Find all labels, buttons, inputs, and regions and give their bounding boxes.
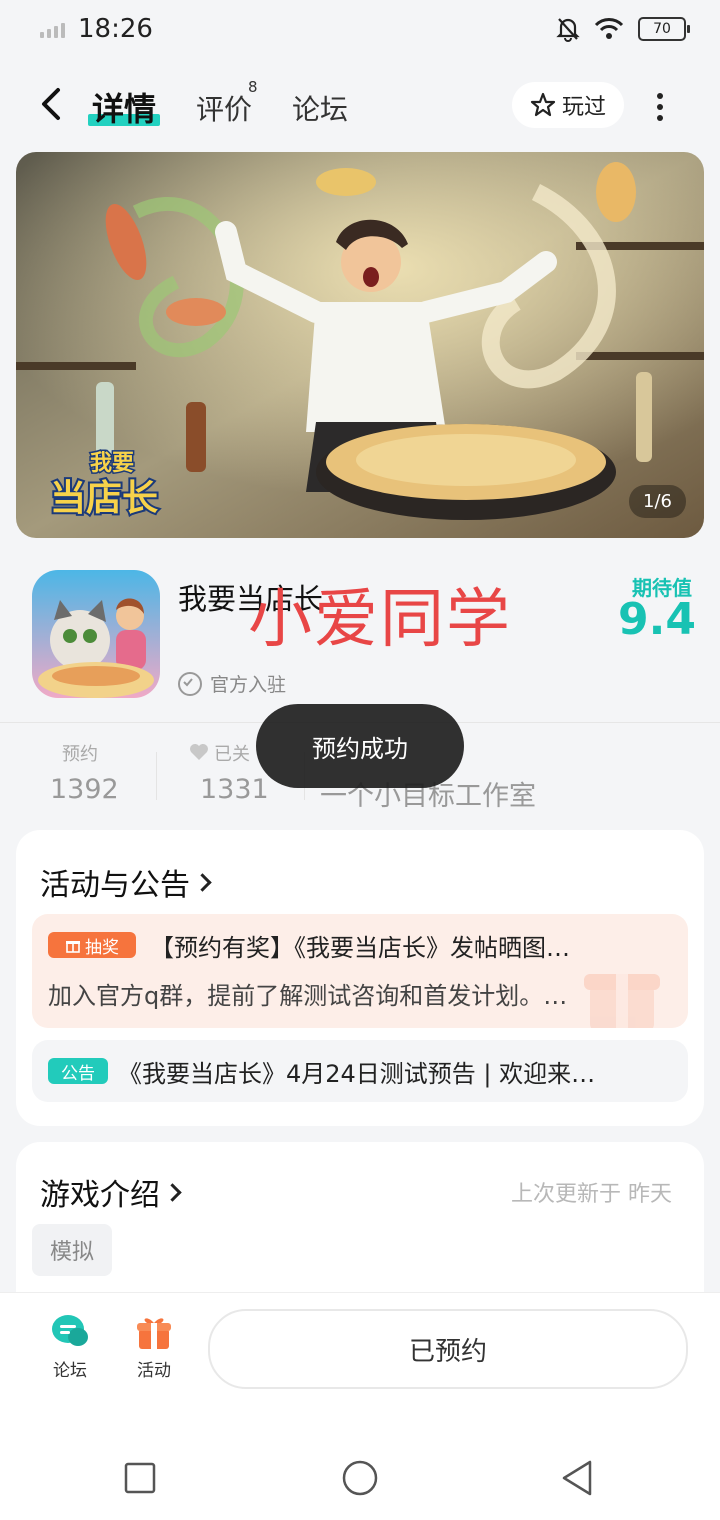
activity-button[interactable]: 活动 (124, 1313, 184, 1381)
battery-icon: 70 (638, 17, 690, 41)
carousel-counter: 1/6 (629, 485, 686, 518)
intro-header[interactable]: 游戏介绍 (40, 1170, 182, 1214)
svg-text:当店长: 当店长 (50, 478, 158, 519)
home-icon[interactable] (342, 1460, 378, 1496)
genre-tag[interactable]: 模拟 (32, 1224, 112, 1276)
check-circle-icon (178, 671, 202, 696)
lottery-activity-item[interactable]: 抽奖 【预约有奖】《我要当店长》发帖晒图… 加入官方q群，提前了解测试咨询和首发… (32, 914, 688, 1028)
update-time: 上次更新于 昨天 (511, 1182, 672, 1207)
status-bar: 18:26 70 (0, 0, 720, 60)
tab-reviews[interactable]: 评价 (196, 88, 252, 128)
activities-title: 活动与公告 (40, 868, 190, 903)
official-badge: 官方入驻 (178, 670, 286, 697)
toast-message: 预约成功 (256, 704, 464, 788)
mute-bell-icon (556, 18, 580, 42)
signal-icon (40, 22, 70, 38)
tab-forum[interactable]: 论坛 (292, 88, 348, 128)
lottery-badge-label: 抽奖 (85, 937, 119, 958)
game-logo: 我要 当店长 (46, 442, 196, 522)
system-nav-bar (0, 1402, 720, 1520)
lottery-badge: 抽奖 (48, 932, 136, 958)
star-outline-icon (530, 92, 556, 117)
followers-label: 已关 (214, 744, 250, 765)
forum-button[interactable]: 论坛 (40, 1313, 100, 1381)
played-label: 玩过 (561, 95, 606, 120)
top-nav: 详情 评价 8 论坛 玩过 (0, 70, 720, 140)
back-nav-icon[interactable] (560, 1460, 594, 1496)
watermark-text: 小爱同学 (248, 583, 512, 657)
chevron-right-icon (193, 873, 212, 892)
tab-details[interactable]: 详情 (92, 84, 156, 130)
chevron-right-icon (163, 1183, 182, 1202)
reservation-count: 1392 (50, 774, 119, 805)
expectation-score: 9.4 (618, 594, 696, 645)
chat-bubble-icon (52, 1315, 88, 1346)
wifi-icon (594, 18, 624, 39)
bottom-action-bar: 论坛 活动 已预约 (0, 1292, 720, 1403)
announcement-text: 《我要当店长》4月24日测试预告 | 欢迎来… (118, 1060, 596, 1088)
app-icon (32, 570, 160, 698)
gift-icon (66, 941, 80, 953)
review-count: 8 (248, 78, 258, 96)
lottery-title: 【预约有奖】《我要当店长》发帖晒图… (150, 934, 570, 962)
activities-header[interactable]: 活动与公告 (40, 860, 212, 904)
intro-title: 游戏介绍 (40, 1178, 160, 1213)
gift-decoration-icon (584, 974, 660, 1028)
announcement-item[interactable]: 公告 《我要当店长》4月24日测试预告 | 欢迎来… (32, 1040, 688, 1102)
reserved-button[interactable]: 已预约 (208, 1309, 688, 1389)
played-button[interactable]: 玩过 (512, 82, 624, 128)
back-icon[interactable] (36, 84, 70, 124)
followers-count: 1331 (200, 774, 269, 805)
activity-label: 活动 (137, 1361, 171, 1381)
screenshot-carousel[interactable]: 我要 当店长 1/6 (16, 152, 704, 538)
reservation-label: 预约 (62, 744, 98, 765)
heart-icon (190, 744, 208, 760)
forum-label: 论坛 (53, 1361, 87, 1381)
official-label: 官方入驻 (210, 674, 287, 696)
more-icon[interactable] (650, 88, 670, 124)
stat-separator (156, 752, 157, 800)
status-time: 18:26 (78, 14, 153, 44)
svg-text:我要: 我要 (90, 451, 134, 476)
announcement-badge: 公告 (48, 1058, 108, 1084)
activities-card: 活动与公告 抽奖 【预约有奖】《我要当店长》发帖晒图… 加入官方q群，提前了解测… (16, 830, 704, 1126)
gift-icon (137, 1318, 171, 1349)
lottery-desc: 加入官方q群，提前了解测试咨询和首发计划。… (48, 982, 568, 1010)
recent-apps-icon[interactable] (124, 1462, 156, 1494)
